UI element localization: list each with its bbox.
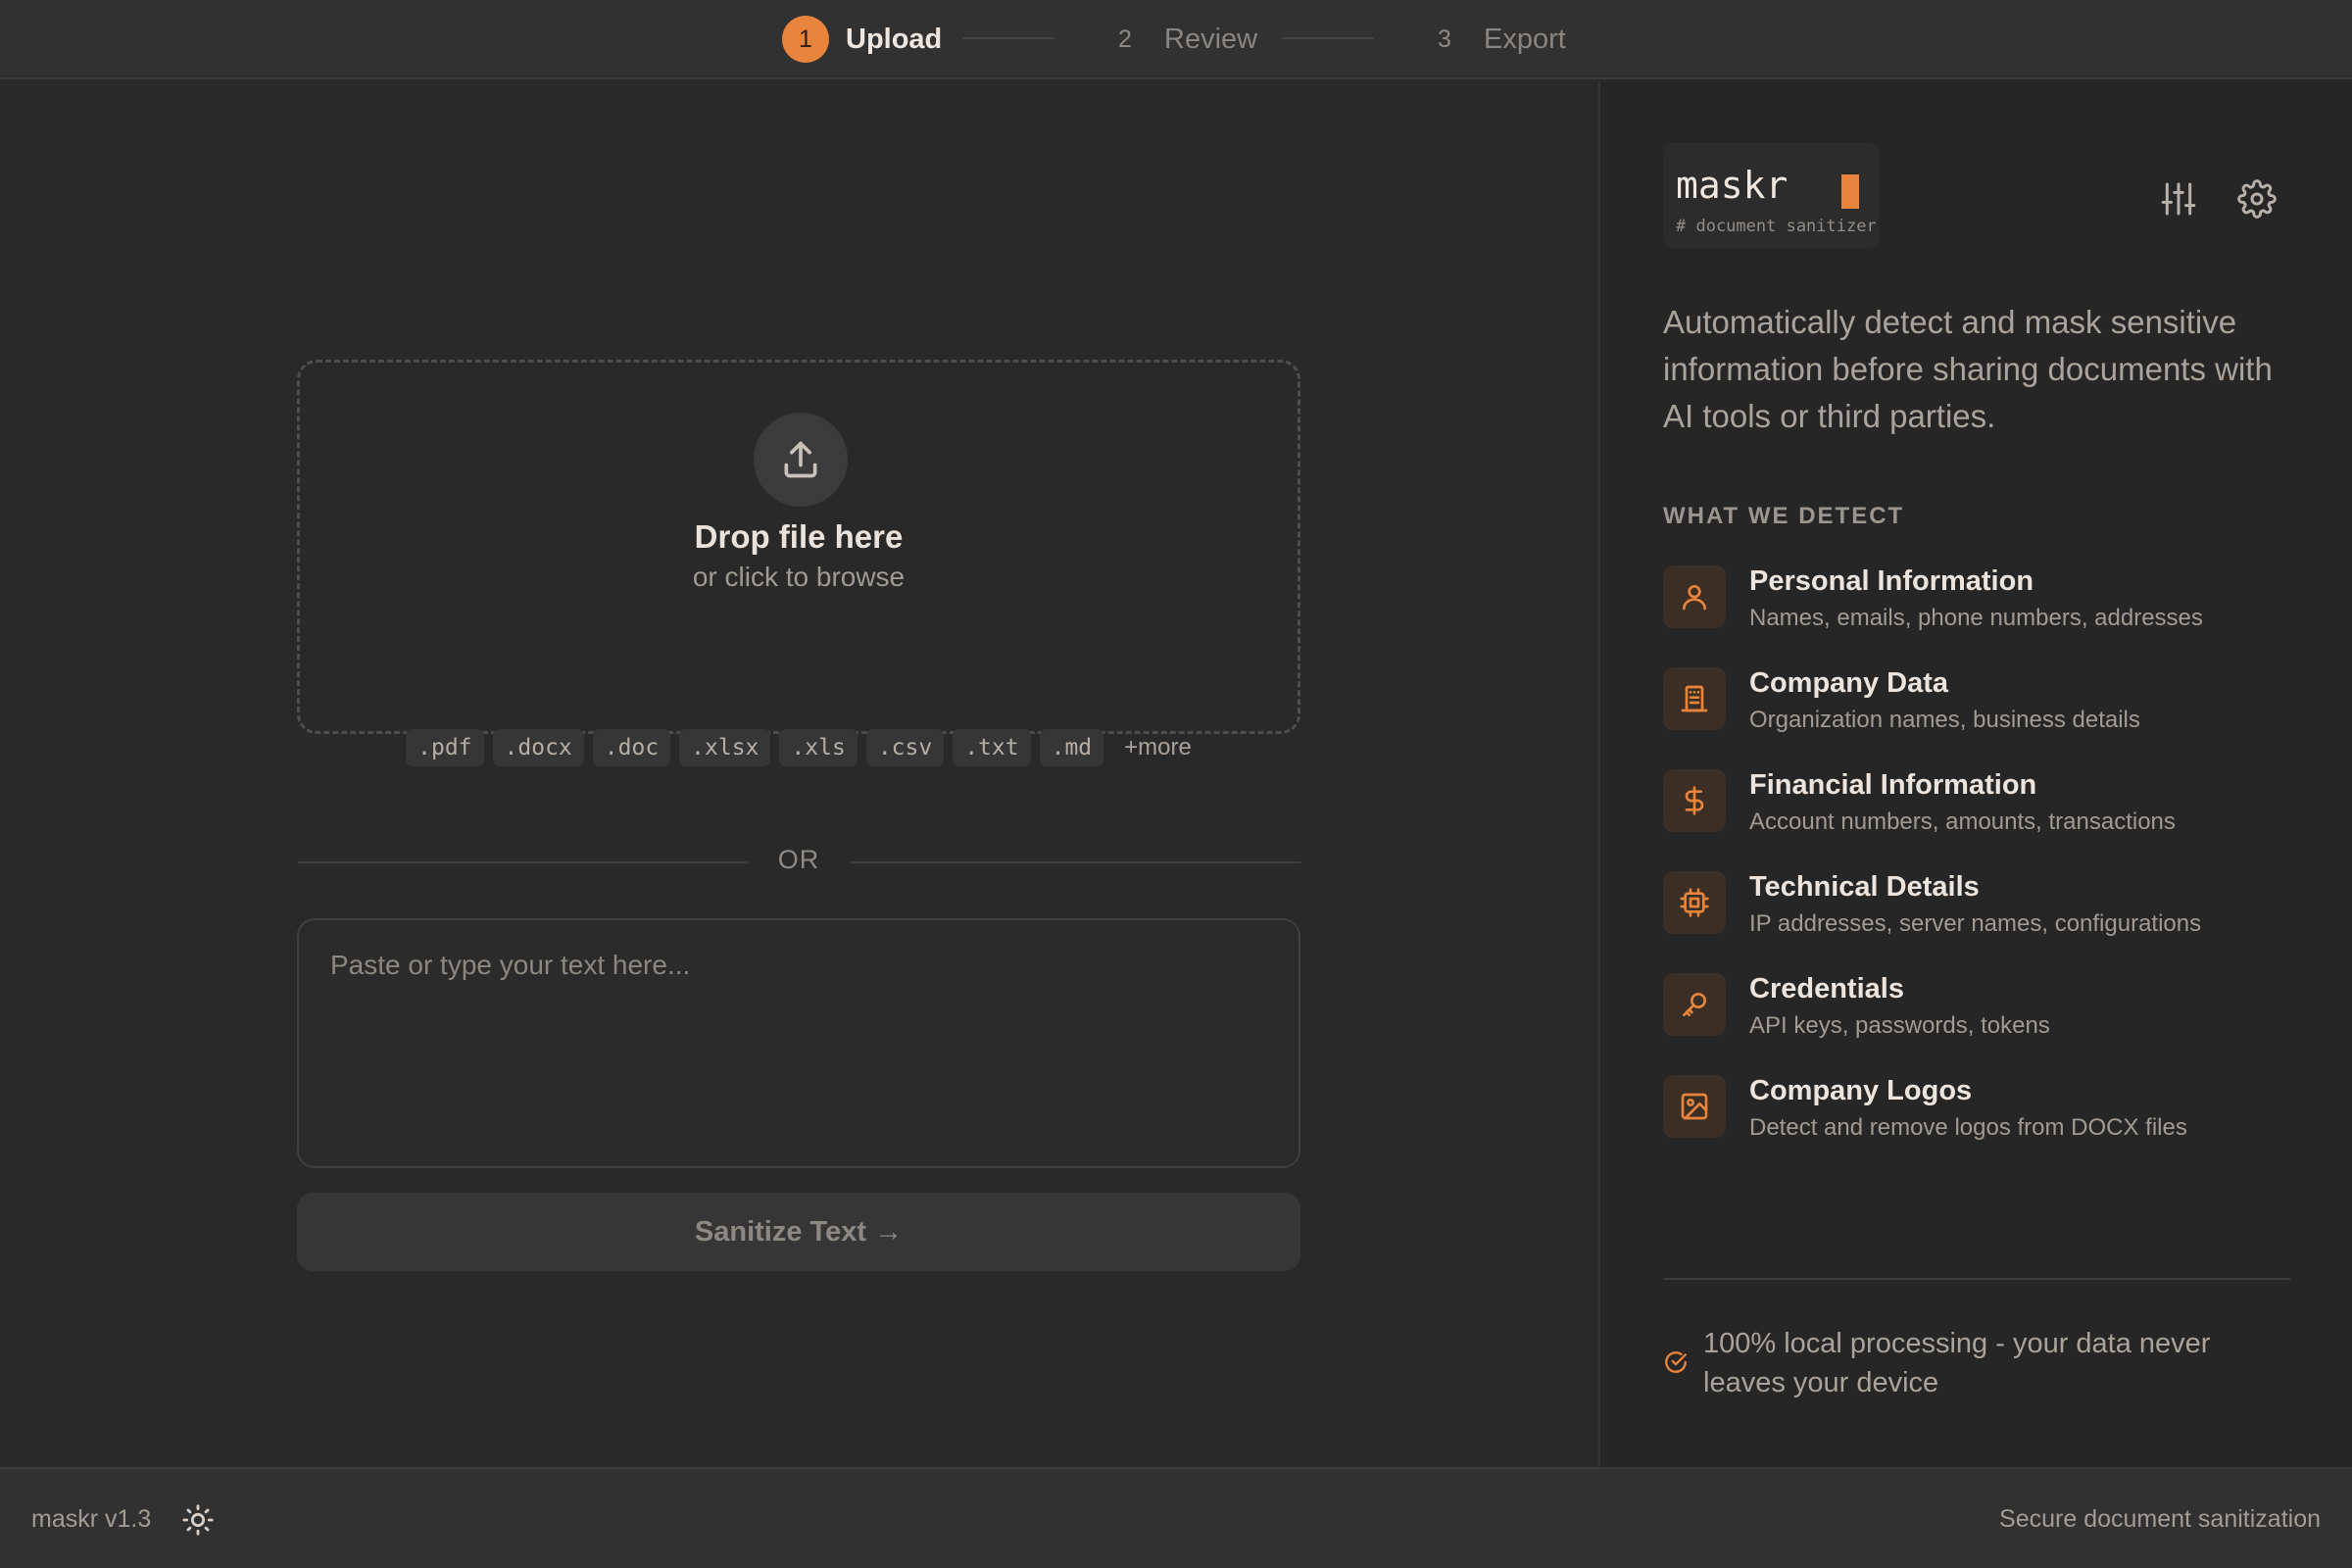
feature-title: Credentials	[1749, 973, 1904, 1004]
intro-text: Automatically detect and mask sensitive …	[1663, 304, 2273, 434]
more-extensions: +more	[1124, 734, 1192, 760]
app-version: maskr v1.3	[31, 1505, 152, 1533]
feature-credentials: Credentials API keys, passwords, tokens	[1663, 973, 2329, 1052]
step-review[interactable]: 2 Review	[1102, 15, 1257, 64]
step-connector	[962, 37, 1054, 39]
step-number: 3	[1438, 24, 1451, 53]
check-circle-icon	[1663, 1349, 1689, 1380]
feature-title: Company Logos	[1749, 1075, 1973, 1106]
feature-company-logos: Company Logos Detect and remove logos fr…	[1663, 1075, 2329, 1153]
image-icon	[1663, 1075, 1726, 1138]
step-number: 1	[782, 16, 829, 63]
extension-list: .pdf .docx .doc .xlsx .xls .csv .txt .md…	[300, 729, 1298, 766]
step-number: 2	[1118, 24, 1132, 53]
logo: maskr # document sanitizer	[1663, 142, 1879, 248]
or-label: OR	[777, 845, 820, 874]
sanitize-button[interactable]: Sanitize Text →	[297, 1193, 1300, 1271]
dropzone-subtitle: or click to browse	[692, 562, 906, 592]
local-processing-note: 100% local processing - your data never …	[1703, 1328, 2211, 1398]
text-input[interactable]	[297, 918, 1300, 1168]
extension-chip: .docx	[492, 729, 584, 766]
logo-cursor	[1841, 174, 1859, 209]
feature-desc: Organization names, business details	[1749, 707, 2140, 733]
file-dropzone[interactable]: Drop file here or click to browse .pdf .…	[297, 360, 1300, 766]
extension-chip: .pdf	[406, 729, 484, 766]
feature-desc: API keys, passwords, tokens	[1749, 1012, 2050, 1039]
feature-desc: Account numbers, amounts, transactions	[1749, 808, 2176, 835]
step-upload[interactable]: 1 Upload	[782, 15, 942, 64]
feature-company-data: Company Data Organization names, busines…	[1663, 667, 2329, 746]
extension-chip: .md	[1039, 729, 1104, 766]
feature-technical-details: Technical Details IP addresses, server n…	[1663, 871, 2329, 950]
extension-chip: .txt	[953, 729, 1031, 766]
feature-title: Technical Details	[1749, 871, 1980, 903]
extension-chip: .xls	[779, 729, 858, 766]
building-icon	[1663, 667, 1726, 730]
gear-icon[interactable]	[2235, 177, 2278, 220]
dropzone-title: Drop file here	[694, 518, 904, 555]
feature-title: Personal Information	[1749, 565, 2034, 597]
sun-icon[interactable]	[178, 1500, 218, 1540]
chip-icon	[1663, 871, 1726, 934]
feature-financial-info: Financial Information Account numbers, a…	[1663, 769, 2329, 848]
feature-desc: Names, emails, phone numbers, addresses	[1749, 605, 2203, 631]
key-icon	[1663, 973, 1726, 1036]
section-title: WHAT WE DETECT	[1663, 503, 1905, 529]
logo-wordmark: maskr	[1676, 164, 1788, 207]
footer: maskr v1.3 Secure document sanitization	[0, 1467, 2352, 1568]
step-label: Upload	[846, 23, 943, 55]
sliders-icon[interactable]	[2157, 177, 2200, 220]
extension-chip: .doc	[592, 729, 671, 766]
stepper-bar: 1 Upload 2 Review 3 Export	[0, 0, 2352, 79]
user-icon	[1663, 565, 1726, 628]
feature-desc: Detect and remove logos from DOCX files	[1749, 1114, 2187, 1141]
feature-title: Financial Information	[1749, 769, 2037, 801]
extension-chip: .xlsx	[679, 729, 771, 766]
step-label: Export	[1484, 23, 1566, 55]
feature-title: Company Data	[1749, 667, 1949, 699]
step-label: Review	[1164, 23, 1258, 55]
or-divider: OR	[297, 843, 1300, 882]
step-connector	[1282, 37, 1374, 39]
extension-chip: .csv	[865, 729, 945, 766]
app-root: 1 Upload 2 Review 3 Export Drop file her…	[0, 0, 2352, 1568]
feature-personal-info: Personal Information Names, emails, phon…	[1663, 565, 2329, 644]
dollar-icon	[1663, 769, 1726, 832]
footer-tagline: Secure document sanitization	[1999, 1505, 2321, 1533]
step-export[interactable]: 3 Export	[1421, 15, 1566, 64]
info-sidebar: maskr # document sanitizer Automatically…	[1598, 81, 2352, 1467]
sidebar-divider	[1663, 1278, 2290, 1280]
feature-desc: IP addresses, server names, configuratio…	[1749, 910, 2202, 937]
main-panel: Drop file here or click to browse .pdf .…	[0, 81, 1596, 1467]
upload-icon	[754, 413, 848, 507]
divider-line	[850, 861, 1300, 863]
logo-tagline: # document sanitizer	[1676, 217, 1877, 236]
